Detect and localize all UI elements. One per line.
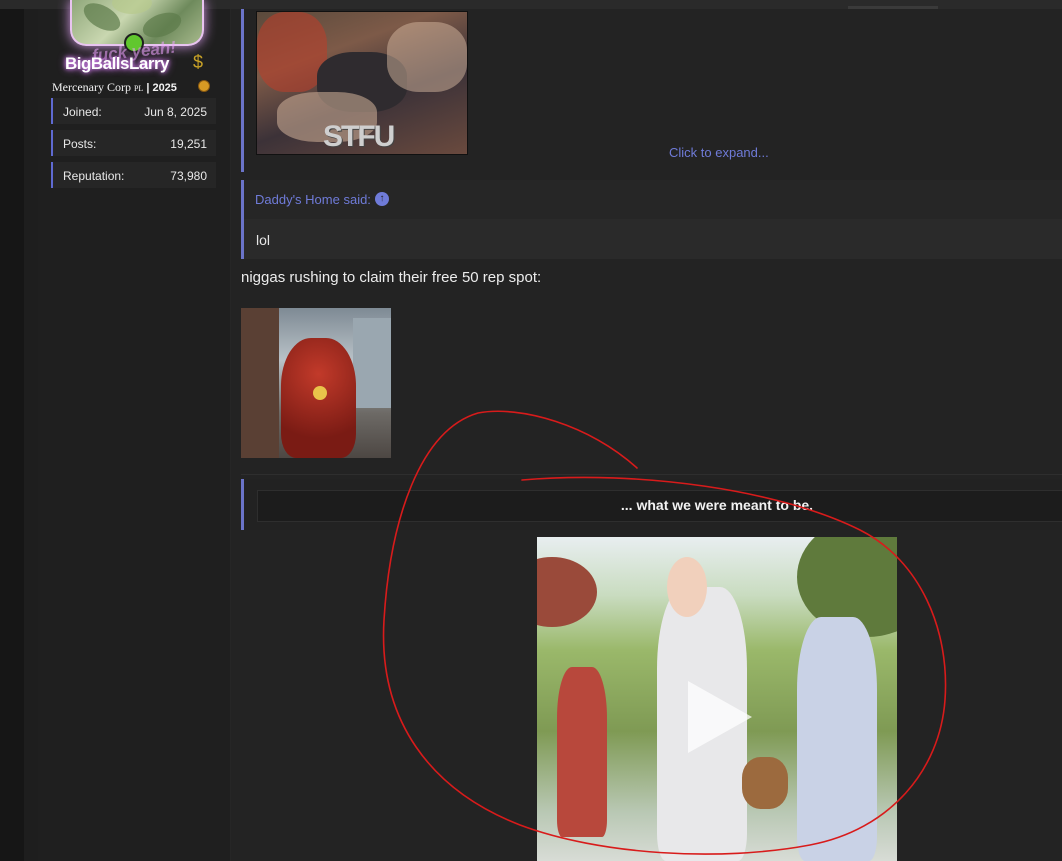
stat-reputation: Reputation: 73,980 [51,162,216,188]
flash-gif-image[interactable] [241,308,391,458]
stat-value: Jun 8, 2025 [144,105,207,119]
quote-body [244,219,1062,259]
user-title-year: | 2025 [146,82,177,94]
stat-value: 73,980 [170,169,207,183]
quote-text: lol [256,232,271,248]
quote-author-link[interactable]: Daddy's Home said: [255,192,371,207]
stfu-gif-image[interactable]: STFU [256,11,468,155]
stat-posts: Posts: 19,251 [51,130,216,156]
stat-joined: Joined: Jun 8, 2025 [51,98,216,124]
stat-value: 19,251 [170,137,207,151]
dollar-icon: $ [193,52,204,72]
stat-label: Reputation: [63,169,125,183]
quote-bar [241,180,244,259]
stat-label: Joined: [63,105,102,119]
user-title-name: Mercenary Corp [52,80,131,94]
play-icon[interactable] [688,681,752,753]
medal-icon [198,80,210,92]
spoiler-title[interactable]: ... what we were meant to be. [257,497,1062,513]
left-gutter [0,9,24,861]
username[interactable]: BigBallsLarry [52,54,182,74]
post-body-text: niggas rushing to claim their free 50 re… [241,269,542,286]
jump-to-quote-icon[interactable]: ↑ [375,192,389,206]
quote-bar [241,9,244,172]
stat-label: Posts: [63,137,97,151]
quote-bar [241,479,244,530]
left-gutter-inner [24,9,38,861]
click-to-expand-link[interactable]: Click to expand... [669,145,769,160]
user-title: Mercenary Corp PL | 2025 [52,80,177,95]
divider [241,474,1062,475]
image-caption: STFU [323,120,395,153]
user-title-tag: PL [133,84,144,93]
